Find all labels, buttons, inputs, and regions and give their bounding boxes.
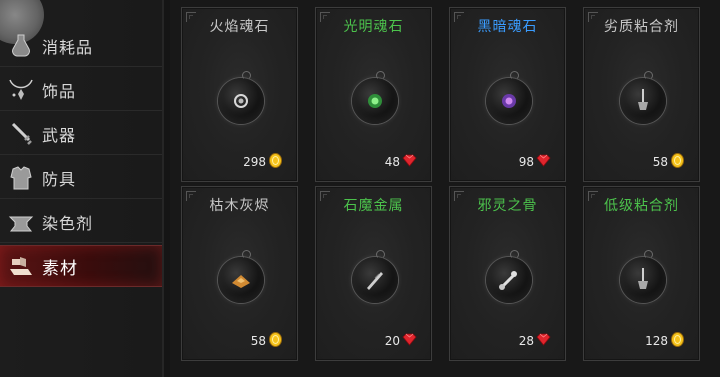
necklace-icon: [0, 69, 42, 111]
sidebar-item-materials[interactable]: 素材: [0, 245, 162, 287]
gold-coin-icon: [268, 153, 283, 171]
item-card[interactable]: 黑暗魂石 98: [449, 7, 566, 182]
category-sidebar: 消耗品 饰品 武器 防具 染色剂 素材: [0, 0, 162, 377]
item-name: 黑暗魂石: [477, 19, 538, 35]
metal-shard-icon: [352, 250, 398, 303]
price-value: 20: [384, 334, 400, 348]
item-card[interactable]: 低级粘合剂 128: [583, 186, 700, 361]
item-name: 火焰魂石: [209, 19, 270, 35]
gold-coin-icon: [268, 332, 283, 350]
sidebar-item-label: 染色剂: [42, 213, 94, 233]
sidebar-item-label: 素材: [42, 258, 78, 279]
item-name: 劣质粘合剂: [604, 19, 679, 35]
item-card[interactable]: 石魔金属 20: [315, 186, 432, 361]
gold-coin-icon: [670, 153, 685, 171]
price-value: 128: [645, 334, 668, 348]
sword-icon: [0, 113, 42, 155]
fire-soulstone-icon: [218, 71, 264, 124]
light-soulstone-icon: [352, 71, 398, 124]
price-value: 48: [384, 155, 400, 169]
sidebar-item-label: 武器: [42, 125, 77, 145]
ruby-icon: [536, 332, 551, 350]
item-price: 20: [385, 332, 417, 350]
item-name: 低级粘合剂: [604, 198, 679, 214]
item-card[interactable]: 火焰魂石 298: [181, 7, 298, 182]
price-value: 58: [652, 155, 668, 169]
bone-icon: [486, 250, 532, 303]
price-value: 58: [250, 334, 266, 348]
item-price: 48: [385, 153, 417, 171]
anvil-icon: [0, 201, 42, 243]
item-price: 298: [243, 153, 283, 171]
shovel-icon: [620, 71, 666, 124]
item-card[interactable]: 枯木灰烬 58: [181, 186, 298, 361]
item-name: 石魔金属: [343, 198, 404, 214]
item-price: 28: [519, 332, 551, 350]
gold-coin-icon: [670, 332, 685, 350]
sidebar-item-consumables[interactable]: 消耗品: [0, 25, 162, 67]
price-value: 98: [518, 155, 534, 169]
shovel-icon: [620, 250, 666, 303]
sidebar-item-label: 消耗品: [42, 37, 94, 57]
item-price: 58: [251, 332, 283, 350]
ruby-icon: [402, 332, 417, 350]
armor-icon: [0, 157, 42, 199]
price-value: 28: [518, 334, 534, 348]
sidebar-item-label: 饰品: [42, 81, 77, 101]
item-price: 128: [645, 332, 685, 350]
item-price: 98: [519, 153, 551, 171]
item-card[interactable]: 劣质粘合剂 58: [583, 7, 700, 182]
sidebar-item-armor[interactable]: 防具: [0, 157, 162, 199]
item-card[interactable]: 光明魂石 48: [315, 7, 432, 182]
item-grid: 火焰魂石 298 光明魂石 48 黑暗魂石 98 劣质粘合剂 58 枯木灰烬 58 石魔金属 20 邪灵…: [170, 0, 720, 377]
sidebar-divider: [162, 0, 164, 377]
sidebar-item-accessories[interactable]: 饰品: [0, 69, 162, 111]
dark-soulstone-icon: [486, 71, 532, 124]
item-price: 58: [653, 153, 685, 171]
ruby-icon: [402, 153, 417, 171]
sidebar-item-dyes[interactable]: 染色剂: [0, 201, 162, 243]
potion-icon: [0, 25, 42, 67]
sidebar-item-weapons[interactable]: 武器: [0, 113, 162, 155]
item-name: 邪灵之骨: [477, 198, 538, 214]
item-name: 枯木灰烬: [209, 198, 270, 214]
item-card[interactable]: 邪灵之骨 28: [449, 186, 566, 361]
sidebar-item-label: 防具: [42, 169, 77, 189]
price-value: 298: [243, 155, 266, 169]
ash-icon: [218, 250, 264, 303]
ruby-icon: [536, 153, 551, 171]
item-name: 光明魂石: [343, 19, 404, 35]
material-icon: [0, 245, 42, 287]
